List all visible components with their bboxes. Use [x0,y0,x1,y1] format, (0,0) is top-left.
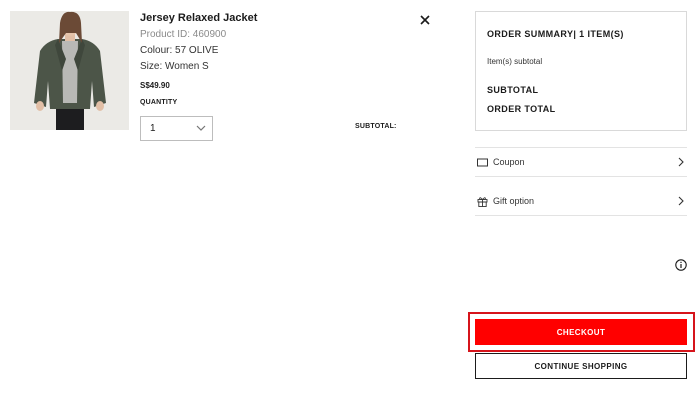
chevron-down-icon [196,125,206,131]
chevron-right-icon [678,196,684,206]
gift-label: Gift option [493,196,535,206]
summary-title: ORDER SUMMARY| 1 ITEM(S) [487,29,624,39]
gift-icon [477,197,488,207]
gift-option[interactable]: Gift option [475,176,687,216]
product-price: S$49.90 [140,81,170,90]
product-size: Size: Women S [140,61,209,72]
checkout-button[interactable]: CHECKOUT [475,319,687,345]
quantity-select[interactable]: 1 [140,116,213,141]
product-image[interactable] [10,11,129,130]
quantity-label: QUANTITY [140,99,178,106]
close-icon[interactable] [418,13,432,27]
order-summary: ORDER SUMMARY| 1 ITEM(S) Item(s) subtota… [475,11,687,131]
product-id: Product ID: 460900 [140,29,227,40]
line-subtotal-label: SUBTOTAL: [355,123,397,130]
items-subtotal-label: Item(s) subtotal [487,57,543,66]
continue-shopping-button[interactable]: CONTINUE SHOPPING [475,353,687,379]
product-info: Jersey Relaxed Jacket Product ID: 460900… [140,11,440,141]
subtotal-label: SUBTOTAL [487,85,539,95]
coupon-label: Coupon [493,157,525,167]
coupon-icon [477,158,488,167]
quantity-value: 1 [150,123,156,134]
product-colour: Colour: 57 OLIVE [140,45,219,56]
order-total-label: ORDER TOTAL [487,104,556,114]
product-name[interactable]: Jersey Relaxed Jacket [140,11,440,25]
coupon-option[interactable]: Coupon [475,147,687,176]
chevron-right-icon [678,157,684,167]
info-icon[interactable] [675,259,687,271]
